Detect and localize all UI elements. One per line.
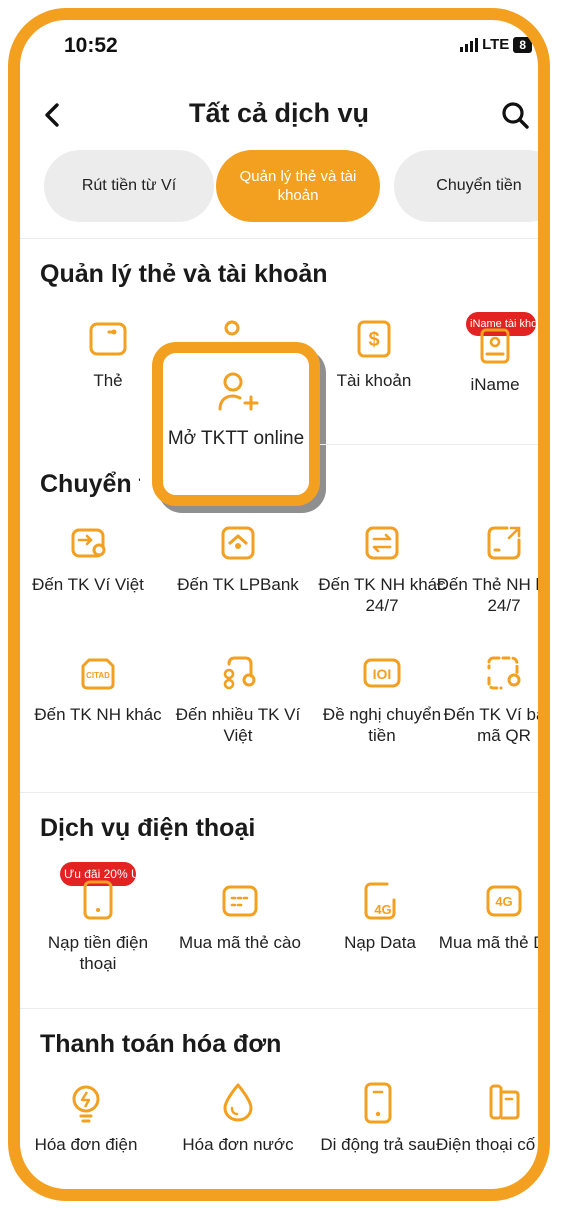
chip-card-account[interactable]: Quản lý thẻ và tài khoản <box>216 150 380 222</box>
service-transfer-viviet[interactable]: Đến TK Ví Việt <box>20 520 158 595</box>
section-title-phone: Dịch vụ điện thoại <box>40 814 256 842</box>
svg-text:4G: 4G <box>374 902 391 917</box>
svg-text:CITAD: CITAD <box>86 671 110 680</box>
service-transfer-qr[interactable]: Đến TK Ví bằng mã QR <box>434 650 546 746</box>
service-transfer-request[interactable]: IOI Đề nghị chuyển tiền <box>312 650 452 746</box>
phone-frame: 10:52 LTE 8 Tất cả dịch vụ Rút tiền từ V… <box>8 8 550 1201</box>
service-label: Đến Thẻ NH khác 24/7 <box>436 575 544 615</box>
service-transfer-card[interactable]: Đến Thẻ NH khác 24/7 <box>434 520 544 616</box>
data-4g-icon: 4G <box>364 882 396 920</box>
service-scratch-card[interactable]: Mua mã thẻ cào <box>170 878 310 953</box>
page-title: Tất cả dịch vụ <box>188 98 370 128</box>
service-label: Nạp tiền điện thoại <box>47 933 149 973</box>
status-time: 10:52 <box>64 34 118 57</box>
service-label: Nạp Data <box>344 933 416 952</box>
svg-text:4G: 4G <box>495 894 512 909</box>
id-badge-icon <box>480 328 510 364</box>
scratch-card-icon <box>222 885 258 917</box>
user-add-icon <box>224 320 240 336</box>
service-label: Điện thoại cố định <box>435 1135 550 1154</box>
citad-icon: CITAD <box>81 658 115 690</box>
service-label: Mua mã thẻ Data <box>438 933 546 952</box>
category-chips: Rút tiền từ Ví Quản lý thẻ và tài khoản … <box>20 150 538 224</box>
service-label: Di động trả sau <box>320 1135 436 1154</box>
service-transfer-lpbank[interactable]: Đến TK LPBank <box>168 520 308 595</box>
qr-transfer-icon <box>487 656 521 690</box>
exchange-icon <box>365 526 399 560</box>
service-water-bill[interactable]: Hóa đơn nước <box>168 1080 308 1155</box>
wallet-transfer-icon <box>71 528 106 558</box>
data-card-icon: 4G <box>486 885 522 917</box>
service-landline[interactable]: Điện thoại cố định <box>434 1080 550 1155</box>
service-label: Mua mã thẻ cào <box>179 933 301 952</box>
search-icon[interactable] <box>500 100 530 130</box>
service-data-card[interactable]: 4G Mua mã thẻ Data <box>434 878 546 953</box>
service-iname[interactable]: iName <box>425 326 538 395</box>
card-icon <box>89 322 127 356</box>
status-bar: 10:52 LTE 8 <box>20 30 538 60</box>
chip-withdraw[interactable]: Rút tiền từ Ví <box>44 150 214 222</box>
service-data-topup[interactable]: 4G Nạp Data <box>310 878 450 953</box>
service-account[interactable]: $ Tài khoản <box>304 316 444 391</box>
request-money-icon: IOI <box>363 658 401 688</box>
service-label: Đề nghị chuyển tiền <box>322 705 442 745</box>
divider <box>320 444 538 445</box>
card-send-icon <box>487 526 521 560</box>
service-label: Đến TK NH khác <box>34 705 162 724</box>
water-drop-icon <box>223 1083 253 1122</box>
service-transfer-citad[interactable]: CITAD Đến TK NH khác <box>28 650 168 725</box>
mobile-postpaid-icon <box>364 1082 392 1124</box>
user-add-icon <box>218 372 259 411</box>
nav-bar: Tất cả dịch vụ <box>20 90 538 140</box>
service-label: Đến TK NH khác 24/7 <box>318 575 446 615</box>
highlight-open-account[interactable]: Mở TKTT online <box>152 342 320 506</box>
service-label: Đến TK Ví bằng mã QR <box>443 705 546 745</box>
service-label: Mở TKTT online <box>167 428 305 449</box>
section-title-transfer: Chuyển tiền <box>40 470 140 498</box>
network-label: LTE <box>482 36 510 53</box>
service-transfer-multi[interactable]: Đến nhiều TK Ví Việt <box>168 650 308 746</box>
svg-text:IOI: IOI <box>373 666 392 682</box>
service-label: Đến nhiều TK Ví Việt <box>175 705 301 745</box>
svg-text:$: $ <box>368 329 379 351</box>
service-label: Hóa đơn nước <box>182 1135 294 1154</box>
signal-icon <box>460 37 479 52</box>
section-title-bills: Thanh toán hóa đơn <box>40 1030 282 1058</box>
lightbulb-icon <box>72 1085 100 1123</box>
dollar-account-icon: $ <box>357 320 391 358</box>
service-label: Đến TK LPBank <box>177 575 299 594</box>
divider <box>20 238 538 239</box>
bank-home-icon <box>221 526 255 560</box>
status-indicators: LTE 8 <box>460 36 532 53</box>
service-electric-bill[interactable]: Hóa đơn điện <box>20 1080 156 1155</box>
phone-topup-icon <box>83 880 113 920</box>
service-postpaid[interactable]: Di động trả sau <box>308 1080 448 1155</box>
battery-icon: 8 <box>513 36 532 53</box>
service-label: Đến TK Ví Việt <box>32 575 144 594</box>
divider <box>20 792 538 793</box>
service-label: Hóa đơn điện <box>34 1135 138 1154</box>
chip-transfer[interactable]: Chuyển tiền <box>394 150 538 222</box>
service-phone-topup[interactable]: Nạp tiền điện thoại <box>28 878 168 974</box>
service-label: iName <box>470 375 520 394</box>
landline-phone-icon <box>489 1084 520 1120</box>
divider <box>20 1008 538 1009</box>
service-label: Tài khoản <box>336 371 412 390</box>
service-transfer-other-bank[interactable]: Đến TK NH khác 24/7 <box>312 520 452 616</box>
multi-transfer-icon <box>223 656 256 690</box>
section-title-card-account: Quản lý thẻ và tài khoản <box>40 260 328 288</box>
